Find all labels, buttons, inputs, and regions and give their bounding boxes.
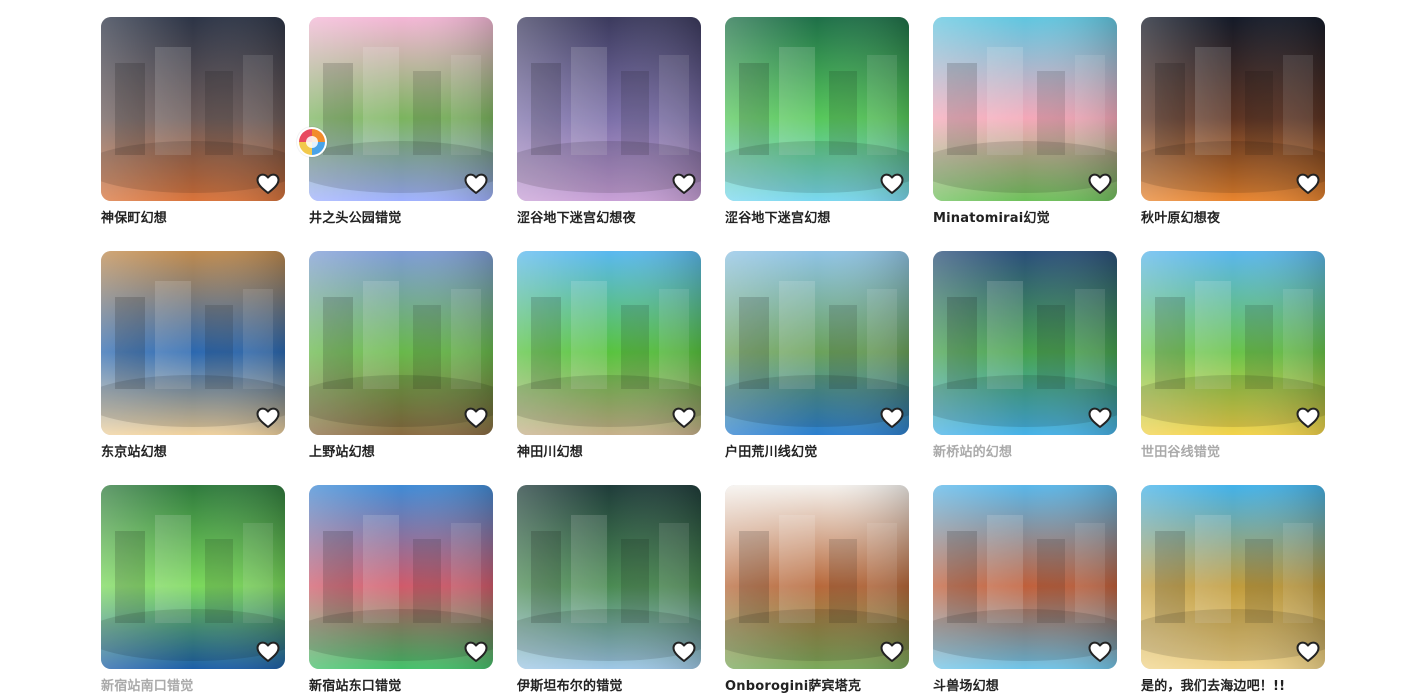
- heart-outline-icon[interactable]: [255, 405, 281, 431]
- artwork-thumbnail[interactable]: [101, 485, 285, 669]
- artwork-thumbnail[interactable]: [309, 485, 493, 669]
- artwork-title[interactable]: 户田荒川线幻觉: [725, 441, 925, 460]
- artwork-title[interactable]: 世田谷线错觉: [1141, 441, 1341, 460]
- heart-outline-icon[interactable]: [255, 639, 281, 665]
- artwork-thumbnail[interactable]: [1141, 17, 1325, 201]
- artwork-thumbnail[interactable]: [1141, 251, 1325, 435]
- artwork-thumbnail[interactable]: [725, 251, 909, 435]
- artwork-gallery: 神保町幻想 井之头公园错觉 涩谷地下迷宫幻想夜 涩谷地下迷宫幻想 Minatom…: [0, 0, 1424, 693]
- artwork-title[interactable]: 涩谷地下迷宫幻想夜: [517, 207, 717, 226]
- artwork-thumbnail[interactable]: [517, 251, 701, 435]
- artwork-card[interactable]: 神保町幻想: [101, 17, 285, 229]
- artwork-card[interactable]: Onborogini萨宾塔克: [725, 485, 909, 693]
- artwork-card[interactable]: 秋叶原幻想夜: [1141, 17, 1325, 229]
- artwork-title[interactable]: 新宿站东口错觉: [309, 675, 509, 693]
- artwork-card[interactable]: 涩谷地下迷宫幻想夜: [517, 17, 701, 229]
- artwork-thumbnail[interactable]: [933, 485, 1117, 669]
- artwork-card[interactable]: 户田荒川线幻觉: [725, 251, 909, 463]
- artwork-thumbnail[interactable]: [725, 17, 909, 201]
- heart-outline-icon[interactable]: [1295, 639, 1321, 665]
- artwork-thumbnail[interactable]: [101, 17, 285, 201]
- artwork-card[interactable]: 斗兽场幻想: [933, 485, 1117, 693]
- heart-outline-icon[interactable]: [255, 171, 281, 197]
- artwork-title[interactable]: 井之头公园错觉: [309, 207, 509, 226]
- artwork-title[interactable]: 新桥站的幻想: [933, 441, 1133, 460]
- artwork-thumbnail[interactable]: [1141, 485, 1325, 669]
- artwork-title[interactable]: Onborogini萨宾塔克: [725, 675, 925, 693]
- artwork-card[interactable]: 神田川幻想: [517, 251, 701, 463]
- artwork-title[interactable]: 上野站幻想: [309, 441, 509, 460]
- artwork-title[interactable]: 秋叶原幻想夜: [1141, 207, 1341, 226]
- heart-outline-icon[interactable]: [1087, 639, 1113, 665]
- artwork-title[interactable]: 涩谷地下迷宫幻想: [725, 207, 925, 226]
- artwork-title[interactable]: 斗兽场幻想: [933, 675, 1133, 693]
- heart-outline-icon[interactable]: [463, 171, 489, 197]
- artwork-card[interactable]: 上野站幻想: [309, 251, 493, 463]
- artwork-card[interactable]: 井之头公园错觉: [297, 17, 493, 229]
- heart-outline-icon[interactable]: [1295, 171, 1321, 197]
- artwork-thumbnail[interactable]: [933, 17, 1117, 201]
- artwork-title[interactable]: 新宿站南口错觉: [101, 675, 301, 693]
- heart-outline-icon[interactable]: [671, 171, 697, 197]
- heart-outline-icon[interactable]: [879, 639, 905, 665]
- artwork-card[interactable]: 新宿站东口错觉: [309, 485, 493, 693]
- artwork-card[interactable]: 是的，我们去海边吧！!!: [1141, 485, 1325, 693]
- artwork-title[interactable]: Minatomirai幻觉: [933, 207, 1133, 226]
- heart-outline-icon[interactable]: [463, 639, 489, 665]
- artwork-title[interactable]: 伊斯坦布尔的错觉: [517, 675, 717, 693]
- artwork-thumbnail[interactable]: [309, 17, 493, 201]
- heart-outline-icon[interactable]: [879, 171, 905, 197]
- artwork-card[interactable]: Minatomirai幻觉: [933, 17, 1117, 229]
- heart-outline-icon[interactable]: [1295, 405, 1321, 431]
- heart-outline-icon[interactable]: [463, 405, 489, 431]
- artwork-thumbnail[interactable]: [309, 251, 493, 435]
- artwork-title[interactable]: 是的，我们去海边吧！!!: [1141, 675, 1341, 693]
- artwork-thumbnail[interactable]: [517, 17, 701, 201]
- artwork-title[interactable]: 神保町幻想: [101, 207, 301, 226]
- artwork-card[interactable]: 伊斯坦布尔的错觉: [517, 485, 701, 693]
- artwork-card[interactable]: 新宿站南口错觉: [101, 485, 285, 693]
- artwork-thumbnail[interactable]: [933, 251, 1117, 435]
- heart-outline-icon[interactable]: [671, 639, 697, 665]
- heart-outline-icon[interactable]: [1087, 405, 1113, 431]
- artwork-card[interactable]: 涩谷地下迷宫幻想: [725, 17, 909, 229]
- artwork-card[interactable]: 世田谷线错觉: [1141, 251, 1325, 463]
- artwork-thumbnail[interactable]: [725, 485, 909, 669]
- colorful-circle-icon: [297, 127, 327, 157]
- artwork-thumbnail[interactable]: [517, 485, 701, 669]
- artwork-card[interactable]: 新桥站的幻想: [933, 251, 1117, 463]
- artwork-title[interactable]: 神田川幻想: [517, 441, 717, 460]
- heart-outline-icon[interactable]: [1087, 171, 1113, 197]
- heart-outline-icon[interactable]: [671, 405, 697, 431]
- artwork-title[interactable]: 东京站幻想: [101, 441, 301, 460]
- artwork-card[interactable]: 东京站幻想: [101, 251, 285, 463]
- heart-outline-icon[interactable]: [879, 405, 905, 431]
- artwork-thumbnail[interactable]: [101, 251, 285, 435]
